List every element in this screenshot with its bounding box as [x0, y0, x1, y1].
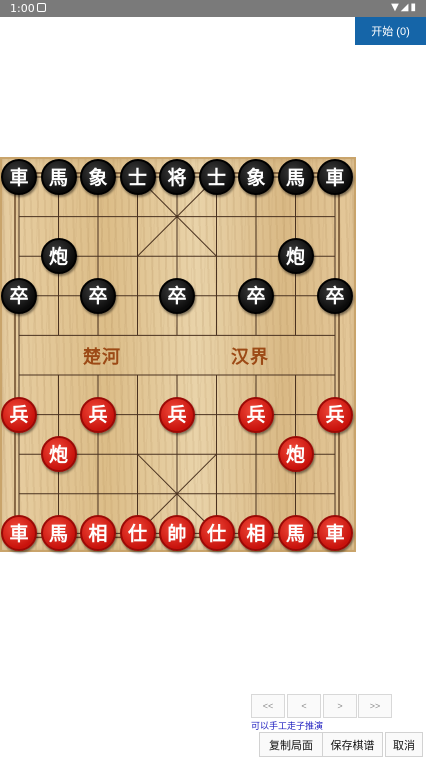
- piece-label: 兵: [88, 404, 108, 427]
- save-record-button[interactable]: 保存棋谱: [322, 732, 383, 757]
- black-piece[interactable]: 炮: [40, 238, 77, 275]
- piece-label: 馬: [48, 166, 68, 189]
- copy-position-button[interactable]: 复制局面: [259, 732, 323, 757]
- piece-label: 炮: [48, 245, 68, 268]
- red-piece[interactable]: 兵: [238, 396, 274, 433]
- black-piece[interactable]: 象: [238, 159, 274, 195]
- prev-move-button[interactable]: <: [287, 694, 321, 718]
- piece-label: 相: [246, 522, 266, 545]
- black-piece[interactable]: 卒: [159, 277, 195, 314]
- piece-label: 車: [325, 522, 345, 545]
- piece-label: 士: [127, 166, 147, 189]
- piece-label: 士: [206, 166, 226, 189]
- hint-text: 可以手工走子推演: [251, 722, 324, 732]
- piece-label: 卒: [167, 285, 187, 308]
- red-piece[interactable]: 兵: [80, 396, 116, 433]
- red-piece[interactable]: 兵: [159, 396, 195, 433]
- black-piece[interactable]: 士: [198, 159, 235, 195]
- black-piece[interactable]: 象: [80, 159, 116, 195]
- piece-label: 炮: [48, 443, 68, 466]
- red-piece[interactable]: 兵: [1, 396, 37, 433]
- status-time: 1:00: [10, 2, 35, 15]
- xiangqi-board[interactable]: 楚河 汉界 車馬象士将士象馬車炮炮卒卒卒卒卒兵兵兵兵兵炮炮車馬相仕帥仕相馬車: [0, 157, 356, 552]
- black-piece[interactable]: 卒: [317, 277, 353, 314]
- piece-label: 象: [246, 166, 266, 189]
- black-piece[interactable]: 士: [119, 159, 156, 195]
- piece-label: 将: [167, 166, 187, 189]
- piece-label: 炮: [285, 443, 305, 466]
- red-piece[interactable]: 炮: [277, 436, 314, 473]
- black-piece[interactable]: 炮: [277, 238, 314, 275]
- piece-label: 卒: [88, 285, 108, 308]
- piece-label: 馬: [48, 522, 68, 545]
- black-piece[interactable]: 卒: [80, 277, 116, 314]
- piece-label: 卒: [325, 285, 345, 308]
- piece-label: 車: [9, 522, 29, 545]
- black-piece[interactable]: 将: [159, 159, 195, 195]
- cancel-button[interactable]: 取消: [385, 732, 423, 757]
- first-move-button[interactable]: <<: [251, 694, 285, 718]
- black-piece[interactable]: 馬: [40, 159, 77, 195]
- piece-label: 仕: [206, 522, 226, 545]
- piece-label: 兵: [9, 404, 29, 427]
- piece-label: 仕: [127, 522, 147, 545]
- red-piece[interactable]: 仕: [198, 515, 235, 552]
- status-bar: 1:00 ▼◢▮: [0, 0, 426, 17]
- next-move-button[interactable]: >: [323, 694, 357, 718]
- piece-label: 炮: [285, 245, 305, 268]
- black-piece[interactable]: 車: [317, 159, 353, 195]
- status-icons: ▼◢▮: [391, 2, 418, 13]
- piece-label: 馬: [285, 522, 305, 545]
- river-label-left: 楚河: [83, 347, 121, 368]
- piece-label: 卒: [246, 285, 266, 308]
- black-piece[interactable]: 馬: [277, 159, 314, 195]
- red-piece[interactable]: 仕: [119, 515, 156, 552]
- piece-label: 兵: [167, 404, 187, 427]
- black-piece[interactable]: 車: [1, 159, 37, 195]
- black-piece[interactable]: 卒: [1, 277, 37, 314]
- piece-label: 車: [9, 166, 29, 189]
- red-piece[interactable]: 馬: [40, 515, 77, 552]
- red-piece[interactable]: 馬: [277, 515, 314, 552]
- piece-label: 兵: [246, 404, 266, 427]
- last-move-button[interactable]: >>: [358, 694, 392, 718]
- red-piece[interactable]: 兵: [317, 396, 353, 433]
- board-grid: [14, 172, 340, 539]
- red-piece[interactable]: 炮: [40, 436, 77, 473]
- piece-label: 相: [88, 522, 108, 545]
- river-label-right: 汉界: [231, 347, 269, 368]
- piece-label: 車: [325, 166, 345, 189]
- piece-label: 兵: [325, 404, 345, 427]
- notification-icon: [37, 3, 46, 12]
- black-piece[interactable]: 卒: [238, 277, 274, 314]
- start-button[interactable]: 开始 (0): [355, 17, 426, 45]
- piece-label: 象: [88, 166, 108, 189]
- piece-label: 馬: [285, 166, 305, 189]
- piece-label: 帥: [167, 522, 187, 545]
- piece-label: 卒: [9, 285, 29, 308]
